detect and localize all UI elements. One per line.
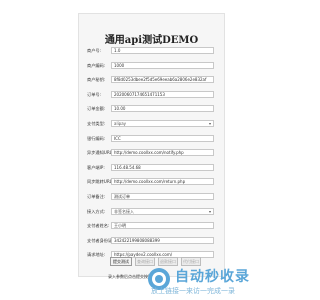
field-value: 20200607174651471153 [114,91,165,97]
input-field[interactable]: 116.48.54.68 [111,163,214,171]
form-row: 商户编码: 1000 [79,61,224,71]
select-field[interactable]: alipay ▾ [111,120,214,127]
form-row: 接入方式: 非签名接入 ▾ [79,207,224,217]
input-field[interactable]: 王小明 [111,222,214,230]
field-label: 商户编码: [87,62,106,68]
field-value: 王小明 [114,223,126,229]
input-field[interactable]: 20200607174651471153 [111,90,214,98]
payout-api-button[interactable]: 代付接口 [181,257,201,266]
form-row: 支付类型: alipay ▾ [79,120,224,129]
field-label: 请求地址: [87,252,106,258]
chevron-down-icon: ▾ [208,121,211,126]
field-label: 订单号: [87,91,101,97]
form-row: 银行编码: ICC [79,134,224,144]
form-row: 支付者身份证: 342422199808088399 [79,236,224,246]
input-field[interactable]: http://demo.coollxx.com/notify.php [111,149,214,157]
field-value: 10.00 [114,106,126,112]
form-row: 订单号: 20200607174651471153 [79,90,224,100]
query-api-button[interactable]: 查询接口 [135,257,155,266]
submit-test-button[interactable]: 提交测试 [110,257,132,266]
form-panel: 通用api测试DEMO 商户号: 1.0 商户编码: 1000 商户秘钥: 8f8d025… [78,13,225,277]
input-field[interactable]: 1000 [111,61,214,69]
form-row: 客户端IP: 116.48.54.68 [79,163,224,173]
field-value: http://demo.coollxx.com/notify.php [114,150,184,156]
input-field[interactable]: http://demo.coollxx.com/return.php [111,178,214,186]
field-value: 非签名接入 [114,208,134,214]
field-label: 订单金额: [87,106,106,112]
field-label: 银行编码: [87,135,106,141]
input-field[interactable]: 测试订单 [111,193,214,200]
form-row: 同步跳转URL: http://demo.coollxx.com/return.p… [79,178,224,187]
refund-api-button[interactable]: 退款接口 [158,257,178,266]
watermark-subtitle: 放上链接一来访一完成一录 [151,287,235,295]
form-row: 商户号: 1.0 [79,47,224,56]
watermark: 自动秒收录 放上链接一来访一完成一录 [147,266,299,298]
input-field[interactable]: 10.00 [111,105,214,113]
form-row: 订单金额: 10.00 [79,105,224,114]
field-value: 342422199808088399 [114,237,160,243]
input-field[interactable]: 342422199808088399 [111,236,214,244]
footer-hint: 录入参数后点击提交按钮 [108,274,152,279]
field-label: 同步跳转URL: [87,179,114,185]
field-value: 1000 [114,62,125,68]
field-value: 测试订单 [114,194,130,199]
field-value: 116.48.54.68 [114,164,141,170]
input-field[interactable]: 1.0 [111,47,214,54]
form-row: 支付者姓名: 王小明 [79,222,224,231]
chevron-down-icon: ▾ [208,208,211,214]
page-title: 通用api测试DEMO [104,35,199,46]
field-value: http://demo.coollxx.com/return.php [114,179,186,185]
input-field[interactable]: ICC [111,134,214,142]
watermark-title: 自动秒收录 [175,269,250,285]
field-value: ICC [114,135,121,141]
field-label: 客户端IP: [87,164,105,170]
form-row: 商户秘钥: 8f8d0253dbee2f5d5e69eeab6a2806e2e83… [79,76,224,85]
field-label: 商户号: [87,48,101,53]
input-field[interactable]: 8f8d0253dbee2f5d5e69eeab6a2806e2e832af [111,76,214,84]
field-value: alipay [114,121,127,126]
form-row: 订单备注: 测试订单 [79,193,224,202]
field-label: 接入方式: [87,208,106,214]
field-label: 支付类型: [87,121,106,126]
field-value: 1.0 [114,48,121,53]
field-label: 支付者姓名: [87,223,110,229]
field-label: 订单备注: [87,194,106,199]
field-value: 8f8d0253dbee2f5d5e69eeab6a2806e2e832af [114,77,207,83]
field-label: 商户秘钥: [87,77,106,83]
field-label: 支付者身份证: [87,237,114,243]
select-field[interactable]: 非签名接入 ▾ [111,207,214,215]
form-row: 异步通知URL: http://demo.coollxx.com/notify.p… [79,149,224,158]
field-label: 异步通知URL: [87,150,114,156]
